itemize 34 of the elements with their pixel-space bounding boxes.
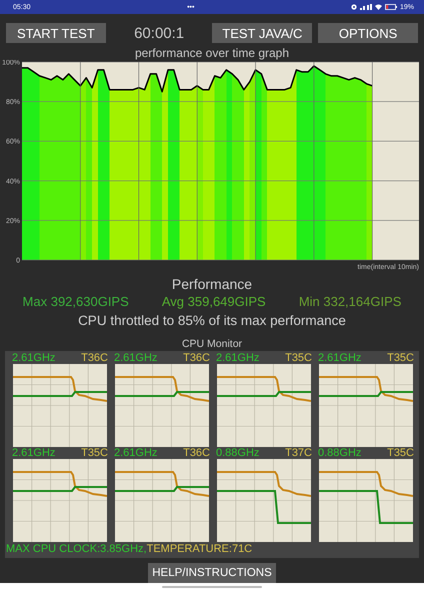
- core-temperature: T36C: [183, 352, 210, 364]
- core-clock: 2.61GHz: [12, 352, 56, 364]
- core-clock: 2.61GHz: [216, 352, 260, 364]
- toolbar-button[interactable]: TEST JAVA/C: [212, 23, 312, 43]
- wifi-icon: [374, 4, 382, 10]
- stat-value: Min 332,164GIPS: [298, 294, 402, 310]
- start-test-button[interactable]: START TEST: [6, 23, 106, 43]
- core-temperature: T35C: [285, 352, 312, 364]
- core-clock: 2.61GHz: [318, 352, 362, 364]
- core-temperature: T37C: [285, 447, 312, 459]
- stat-value: Avg 359,649GIPS: [162, 294, 266, 310]
- core-temperature: T36C: [81, 352, 108, 364]
- signal-icon: [360, 4, 372, 10]
- stat-value: Max 392,630GIPS: [22, 294, 129, 310]
- core-clock: 2.61GHz: [114, 352, 158, 364]
- max-clock-label: MAX CPU CLOCK:3.85GHz,: [6, 543, 147, 555]
- performance-heading: Performance: [170, 276, 254, 292]
- core-clock: 0.88GHz: [216, 447, 260, 459]
- toolbar-button[interactable]: OPTIONS: [318, 23, 418, 43]
- monitor-title: CPU Monitor: [180, 338, 244, 350]
- throttle-message: CPU throttled to 85% of its max performance: [77, 313, 347, 329]
- core-temperature: T36C: [183, 447, 210, 459]
- core-temperature: T35C: [387, 447, 414, 459]
- timer: 60:00:1: [133, 24, 186, 42]
- battery-icon: [384, 4, 397, 10]
- core-clock: 2.61GHz: [12, 447, 56, 459]
- home-handle[interactable]: [162, 586, 262, 588]
- core-clock: 0.88GHz: [318, 447, 362, 459]
- help-button[interactable]: HELP/INSTRUCTIONS: [148, 563, 276, 583]
- core-temperature: T35C: [387, 352, 414, 364]
- graph-title: performance over time graph: [134, 47, 290, 60]
- core-temperature: T35C: [81, 447, 108, 459]
- max-temperature-label: TEMPERATURE:71C: [146, 543, 252, 555]
- core-clock: 2.61GHz: [114, 447, 158, 459]
